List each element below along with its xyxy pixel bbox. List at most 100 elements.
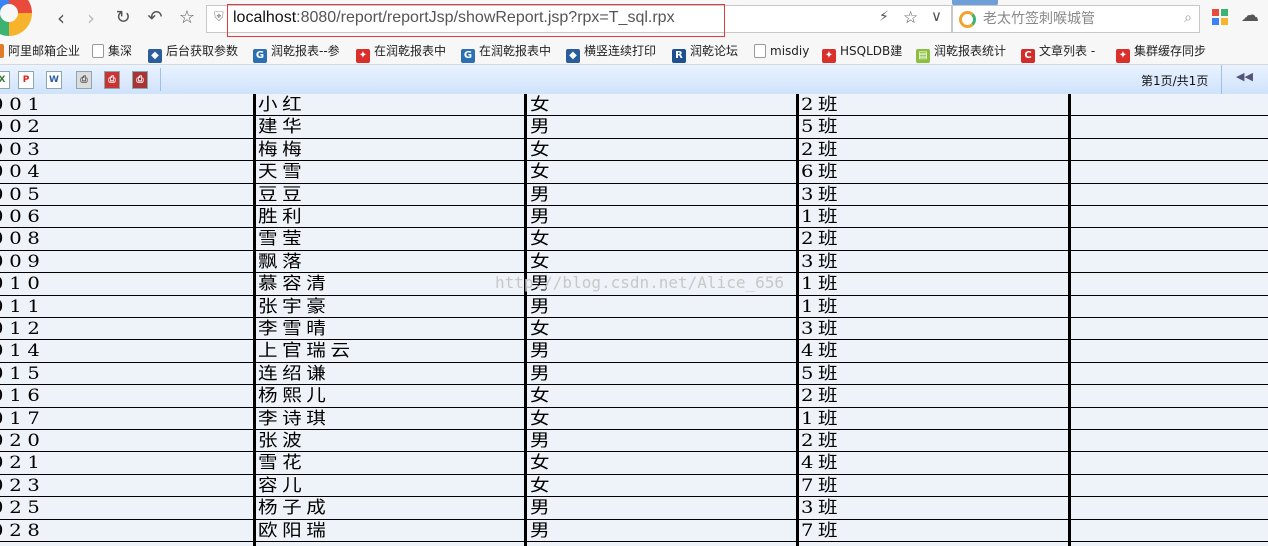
chevron-down-icon[interactable]: ∨ (931, 7, 942, 25)
bookmark-label: 润乾论坛 (690, 44, 739, 58)
forward-arrow-icon[interactable]: › (79, 6, 103, 30)
search-icon[interactable]: ⌕ (1184, 10, 1192, 26)
runqian-icon: G (253, 49, 267, 63)
table-row: 001 小红 女 2班 (0, 94, 1268, 117)
bookmark-label: 集深 (108, 44, 133, 58)
bookmark-item[interactable]: ◆ 后台获取参数 (148, 41, 239, 63)
bookmark-item[interactable]: ◆ 横竖连续打印 (566, 41, 657, 63)
id-cell: 012 (0, 319, 46, 339)
sex-cell: 女 (530, 162, 555, 183)
table-row: 023 容儿 女 7班 (0, 475, 1268, 498)
toolbar-divider (1221, 65, 1222, 94)
export-excel-icon[interactable]: X (0, 71, 10, 89)
url-text[interactable]: localhost:8080/report/reportJsp/showRepo… (233, 9, 675, 35)
favorite-star-icon[interactable]: ☆ (175, 6, 199, 30)
table-row: 004 天雪 女 6班 (0, 161, 1268, 184)
report-toolbar: X P W ⎙ ⎙ ⎙ 第1页/共1页 ◀◀ (0, 65, 1268, 95)
print-setup-icon[interactable]: ⎙ (132, 71, 148, 89)
bookmark-label: 集群缓存同步 (1134, 44, 1207, 58)
name-cell: 雪莹 (258, 229, 307, 250)
url-path: :8080/report/reportJsp/showReport.jsp?rp… (296, 9, 675, 26)
bookmarks-bar: 阿里邮箱企业 集深 ◆ 后台获取参数 G 润乾报表--参 ✦ 在润乾报表中 G 在润乾报… (0, 38, 1268, 65)
bookmark-item[interactable]: R 润乾论坛 (672, 41, 739, 63)
search-engine-icon (959, 11, 976, 28)
undo-icon[interactable]: ↶ (143, 6, 167, 30)
pinwheel-icon: ✦ (356, 49, 370, 63)
sex-cell: 女 (530, 319, 555, 339)
class-cell: 2班 (801, 386, 843, 407)
first-page-icon[interactable]: ◀◀ (1236, 70, 1253, 83)
cloud-icon[interactable]: ☁ (1241, 5, 1259, 26)
table-row: 015 连绍谦 男 5班 (0, 363, 1268, 386)
bookmark-label: 润乾报表统计 (934, 44, 1007, 58)
class-cell: 2班 (801, 95, 843, 115)
class-cell: 1班 (801, 207, 843, 227)
csdn-icon: C (1021, 49, 1035, 63)
bookmark-item[interactable]: G 润乾报表--参 (253, 41, 340, 63)
export-word-icon[interactable]: W (46, 71, 62, 89)
column-divider (796, 94, 799, 546)
class-cell: 2班 (801, 431, 843, 451)
id-cell: 006 (0, 207, 46, 227)
address-bar[interactable]: ⛨ localhost:8080/report/reportJsp/showRe… (206, 5, 952, 33)
search-box[interactable]: ⌕ (952, 5, 1200, 33)
lightning-icon[interactable]: ⚡ (879, 9, 889, 25)
bookmark-label: 文章列表 - (1039, 44, 1096, 58)
bookmark-label: 横竖连续打印 (584, 44, 657, 58)
sex-cell: 男 (530, 520, 555, 541)
browser-logo-icon[interactable] (0, 0, 32, 36)
class-cell: 4班 (801, 453, 843, 474)
print-icon[interactable]: ⎙ (76, 71, 92, 89)
name-cell: 梅梅 (258, 139, 307, 160)
apps-grid-icon[interactable] (1212, 9, 1228, 25)
browser-toolbar: ‹ › ↻ ↶ ☆ ⛨ localhost:8080/report/report… (0, 0, 1268, 38)
bookmark-item[interactable]: 阿里邮箱企业 (0, 41, 80, 61)
id-cell: 023 (0, 475, 46, 496)
reload-icon[interactable]: ↻ (111, 6, 135, 30)
export-pdf-icon[interactable]: P (18, 71, 34, 89)
bookmark-label: 阿里邮箱企业 (8, 44, 81, 58)
bookmark-item[interactable]: 集深 (92, 41, 132, 61)
bookmark-star-icon[interactable]: ☆ (903, 8, 918, 28)
bookmark-item[interactable]: G 在润乾报表中 (461, 41, 551, 63)
table-row: 011 张宇豪 男 1班 (0, 296, 1268, 318)
name-cell: 欧阳瑞 (258, 520, 331, 541)
page-info: 第1页/共1页 (1141, 74, 1209, 88)
cube-icon: ◆ (566, 49, 580, 63)
back-arrow-icon[interactable]: ‹ (49, 6, 73, 30)
bookmark-item[interactable]: C 文章列表 - (1021, 41, 1096, 63)
bookmark-item[interactable]: ✦ HSQLDB建 (822, 41, 903, 63)
print-preview-icon[interactable]: ⎙ (104, 71, 120, 89)
column-divider (524, 94, 527, 546)
table-row: 014 上官瑞云 男 4班 (0, 340, 1268, 363)
sex-cell: 女 (530, 386, 555, 407)
stat-icon: ▤ (916, 49, 930, 63)
id-cell: 002 (0, 117, 46, 138)
table-row: 025 杨子成 男 3班 (0, 497, 1268, 520)
bookmark-label: 后台获取参数 (166, 44, 239, 58)
cube-icon: ◆ (148, 49, 162, 63)
id-cell: 001 (0, 95, 46, 115)
name-cell: 慕容清 (258, 274, 331, 295)
bookmark-label: misdiy (770, 44, 810, 58)
name-cell: 李诗琪 (258, 408, 331, 429)
class-cell: 1班 (801, 408, 843, 429)
bookmark-label: HSQLDB建 (840, 44, 903, 58)
name-cell: 连绍谦 (258, 363, 331, 384)
bookmark-item[interactable]: ✦ 集群缓存同步 (1116, 41, 1207, 63)
page-icon (754, 44, 766, 58)
sex-cell: 女 (530, 475, 555, 496)
table-row: 005 豆豆 男 3班 (0, 184, 1268, 206)
class-cell: 4班 (801, 341, 843, 362)
class-cell: 3班 (801, 498, 843, 519)
bookmark-item[interactable]: misdiy (754, 41, 809, 61)
table-row: 009 飘落 女 3班 (0, 251, 1268, 274)
sex-cell: 男 (530, 498, 555, 519)
forum-icon: R (672, 49, 686, 63)
bookmark-item[interactable]: ✦ 在润乾报表中 (356, 41, 446, 63)
bookmark-item[interactable]: ▤ 润乾报表统计 (916, 41, 1007, 63)
table-row: 016 杨熙儿 女 2班 (0, 385, 1268, 408)
search-input[interactable] (981, 8, 1175, 30)
sex-cell: 男 (530, 184, 555, 205)
mail-icon (0, 44, 4, 58)
